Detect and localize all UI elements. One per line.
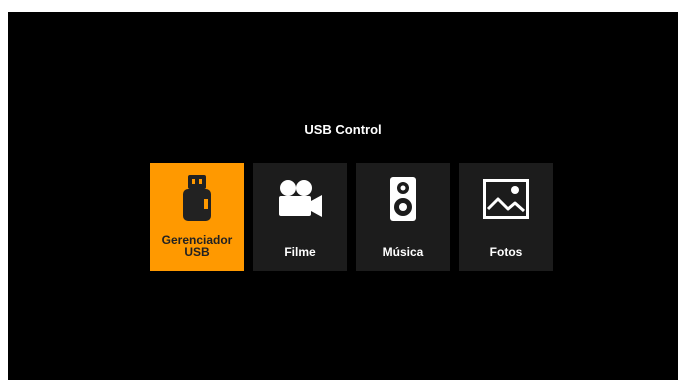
tv-screen: USB Control Gerenciador USB Filme Música… <box>8 12 678 380</box>
speaker-icon <box>356 175 450 223</box>
usb-drive-icon <box>150 175 244 223</box>
menu-item-movie[interactable]: Filme <box>253 163 347 271</box>
menu-item-music[interactable]: Música <box>356 163 450 271</box>
menu-item-label: Filme <box>284 245 316 259</box>
usb-menu: Gerenciador USB Filme Música Fotos <box>150 163 553 271</box>
menu-item-label: Gerenciador USB <box>150 234 244 258</box>
photo-icon <box>459 175 553 223</box>
movie-camera-icon <box>253 175 347 223</box>
menu-item-usb-manager[interactable]: Gerenciador USB <box>150 163 244 271</box>
menu-item-photos[interactable]: Fotos <box>459 163 553 271</box>
menu-item-label: Música <box>382 245 424 259</box>
page-title: USB Control <box>304 122 382 137</box>
menu-item-label: Fotos <box>489 245 523 259</box>
menu-item-label-line2: USB <box>184 245 210 259</box>
